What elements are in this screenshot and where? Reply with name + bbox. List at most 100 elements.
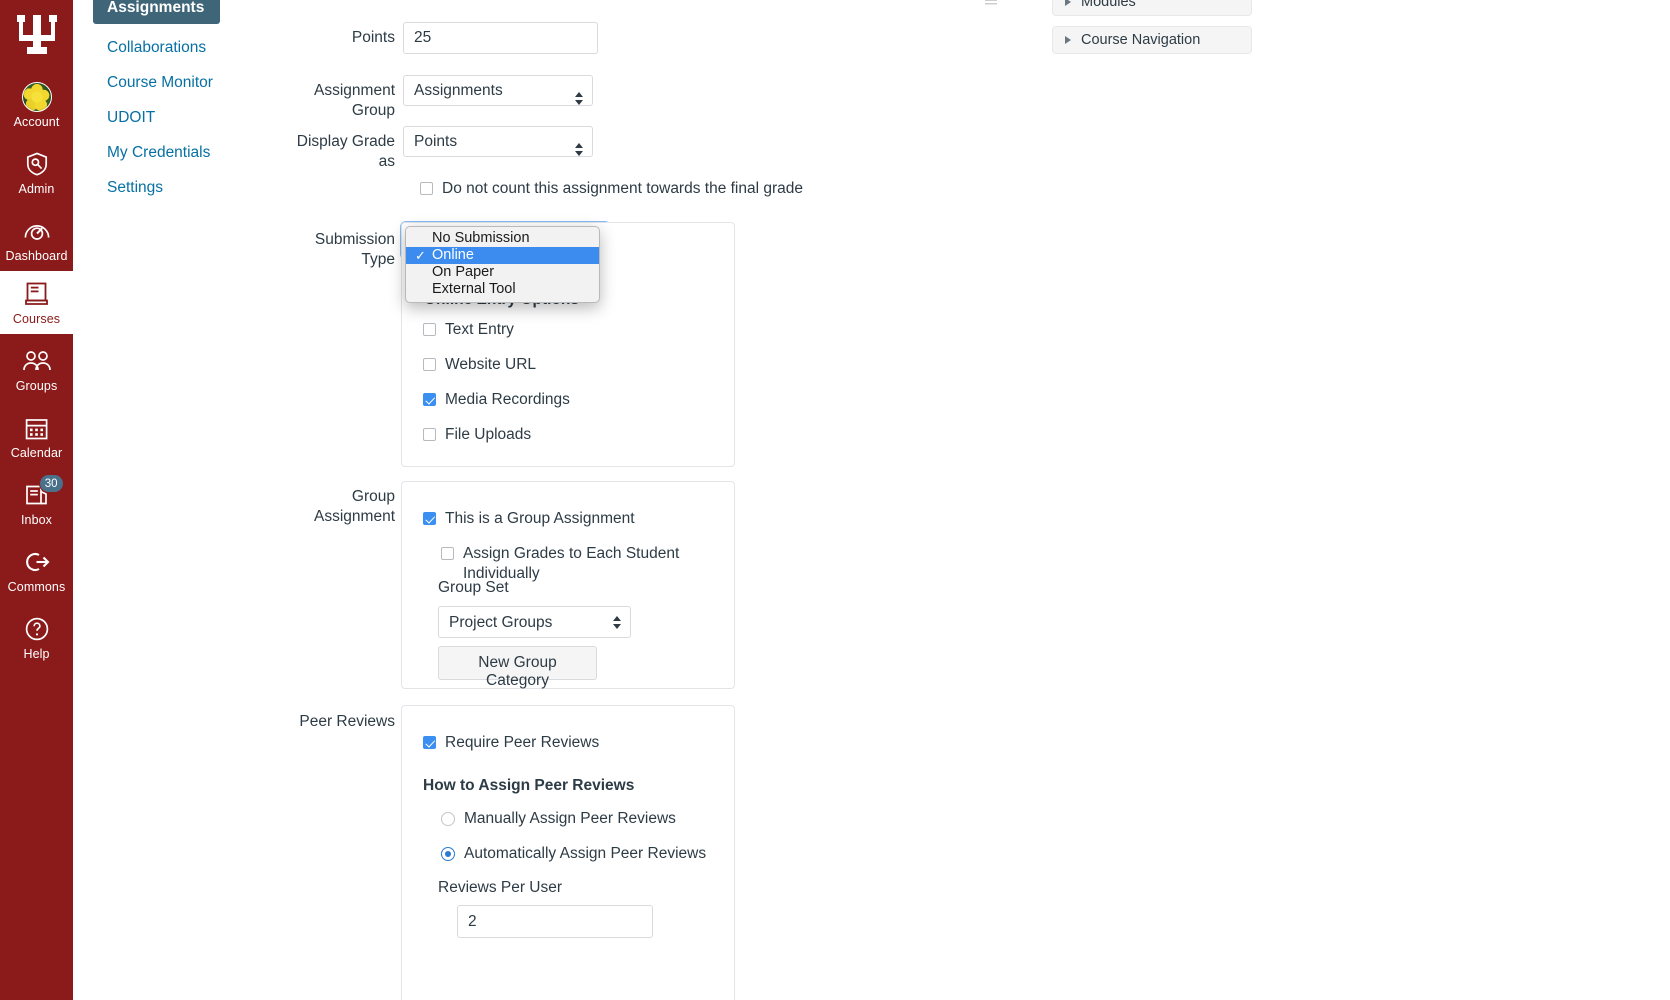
text-entry-checkbox[interactable]	[423, 323, 436, 336]
submission-option-external-tool[interactable]: External Tool	[406, 281, 599, 298]
assignment-form: Points Assignment Group Assignments Disp…	[297, 0, 1063, 1000]
check-icon: ✓	[415, 248, 426, 263]
book-icon	[22, 279, 52, 309]
manually-assign-radio[interactable]	[441, 812, 455, 826]
global-nav-label-groups: Groups	[15, 379, 58, 393]
global-nav-item-admin[interactable]: Admin	[0, 141, 73, 204]
shield-icon	[22, 149, 52, 179]
dashboard-icon	[22, 216, 52, 246]
assign-grades-individually-checkbox[interactable]	[441, 547, 454, 560]
submission-type-label: Submission Type	[314, 231, 395, 268]
global-nav-item-account[interactable]: Account	[0, 74, 73, 137]
commons-icon	[22, 547, 52, 577]
global-nav-item-inbox[interactable]: 30 Inbox	[0, 472, 73, 535]
right-sidebar: Modules Course Navigation	[1052, 0, 1252, 64]
new-group-category-button[interactable]: New Group Category	[438, 646, 597, 689]
media-recordings-label: Media Recordings	[445, 391, 570, 408]
do-not-count-row: Do not count this assignment towards the…	[420, 179, 803, 199]
course-nav-item-assignments[interactable]: Assignments	[93, 0, 220, 24]
group-assignment-fieldset: This is a Group Assignment Assign Grades…	[401, 481, 735, 689]
online-entry-option-row: File Uploads	[423, 425, 531, 445]
groups-icon	[22, 346, 52, 376]
global-nav-label-admin: Admin	[18, 182, 55, 196]
peer-reviews-label: Peer Reviews	[299, 713, 395, 730]
group-assignment-label: Group Assignment	[314, 488, 395, 525]
global-nav-item-help[interactable]: Help	[0, 606, 73, 669]
display-grade-as-row: Display Grade as Points	[293, 126, 933, 172]
is-group-assignment-checkbox[interactable]	[423, 512, 436, 525]
points-row: Points	[303, 22, 903, 54]
submission-type-dropdown-popup[interactable]: No Submission ✓ Online On Paper External…	[405, 226, 600, 303]
group-set-select[interactable]: Project Groups	[438, 606, 631, 638]
website-url-checkbox[interactable]	[423, 358, 436, 371]
do-not-count-checkbox[interactable]	[420, 182, 433, 195]
media-recordings-checkbox[interactable]	[423, 393, 436, 406]
course-navigation: Assignments Collaborations Course Monito…	[73, 0, 303, 1000]
course-nav-item-collaborations[interactable]: Collaborations	[93, 32, 291, 64]
drag-handle-icon[interactable]	[985, 0, 997, 5]
global-navigation: Account Admin Dashboard Courses Groups C…	[0, 0, 73, 1000]
chevron-right-icon	[1065, 0, 1071, 6]
display-grade-as-label: Display Grade as	[296, 133, 395, 170]
submission-option-on-paper[interactable]: On Paper	[406, 264, 599, 281]
global-nav-label-commons: Commons	[7, 580, 66, 594]
rail-panel-modules[interactable]: Modules	[1052, 0, 1252, 16]
do-not-count-label: Do not count this assignment towards the…	[442, 180, 804, 197]
is-group-assignment-label: This is a Group Assignment	[445, 510, 635, 527]
reviews-per-user-input[interactable]	[457, 905, 653, 938]
global-nav-label-courses: Courses	[12, 312, 61, 326]
group-set-label: Group Set	[438, 579, 509, 596]
global-nav-label-dashboard: Dashboard	[5, 249, 68, 263]
submission-option-label: Online	[432, 247, 474, 263]
calendar-icon	[22, 413, 52, 443]
how-to-assign-peer-reviews-title: How to Assign Peer Reviews	[423, 777, 635, 794]
global-nav-item-dashboard[interactable]: Dashboard	[0, 208, 73, 271]
chevron-right-icon	[1065, 36, 1071, 44]
online-entry-option-row: Text Entry	[423, 320, 514, 340]
reviews-per-user-label: Reviews Per User	[438, 879, 563, 896]
global-nav-label-help: Help	[23, 647, 50, 661]
automatically-assign-radio[interactable]	[441, 847, 455, 861]
course-nav-item-udoit[interactable]: UDOIT	[93, 102, 291, 134]
course-nav-item-course-monitor[interactable]: Course Monitor	[93, 67, 291, 99]
website-url-label: Website URL	[445, 356, 537, 373]
automatically-assign-label: Automatically Assign Peer Reviews	[464, 845, 707, 862]
submission-option-label: No Submission	[432, 230, 530, 246]
file-uploads-label: File Uploads	[445, 426, 532, 443]
iu-logo[interactable]	[0, 0, 73, 68]
points-label: Points	[351, 29, 395, 46]
assignment-group-select[interactable]: Assignments	[403, 75, 593, 106]
require-peer-reviews-checkbox[interactable]	[423, 736, 436, 749]
course-nav-item-my-credentials[interactable]: My Credentials	[93, 137, 291, 169]
rail-panel-course-navigation-label: Course Navigation	[1081, 32, 1201, 48]
peer-review-radio-row: Automatically Assign Peer Reviews	[441, 844, 706, 864]
global-nav-item-groups[interactable]: Groups	[0, 338, 73, 401]
inbox-icon: 30	[22, 474, 64, 510]
global-nav-item-commons[interactable]: Commons	[0, 539, 73, 602]
is-group-assignment-row: This is a Group Assignment	[423, 509, 635, 529]
peer-reviews-fieldset: Require Peer Reviews How to Assign Peer …	[401, 705, 735, 1000]
peer-review-radio-row: Manually Assign Peer Reviews	[441, 809, 676, 829]
submission-option-online[interactable]: ✓ Online	[406, 247, 599, 264]
file-uploads-checkbox[interactable]	[423, 428, 436, 441]
canvas-assignment-edit-page: Account Admin Dashboard Courses Groups C…	[0, 0, 1670, 1000]
help-icon	[22, 614, 52, 644]
points-input[interactable]	[403, 22, 598, 54]
submission-option-label: On Paper	[432, 264, 495, 280]
global-nav-item-calendar[interactable]: Calendar	[0, 405, 73, 468]
submission-option-label: External Tool	[432, 281, 516, 297]
global-nav-item-courses[interactable]: Courses	[0, 271, 73, 334]
global-nav-label-calendar: Calendar	[10, 446, 63, 460]
rail-panel-course-navigation[interactable]: Course Navigation	[1052, 26, 1252, 54]
course-nav-item-settings[interactable]: Settings	[93, 172, 291, 204]
online-entry-option-row: Media Recordings	[423, 390, 570, 410]
rail-panel-modules-label: Modules	[1081, 0, 1136, 10]
submission-option-no-submission[interactable]: No Submission	[406, 230, 599, 247]
assignment-group-row: Assignment Group Assignments	[283, 75, 923, 121]
assignment-group-label: Assignment Group	[314, 82, 395, 119]
require-peer-reviews-label: Require Peer Reviews	[445, 734, 600, 751]
display-grade-as-select[interactable]: Points	[403, 126, 593, 157]
global-nav-label-inbox: Inbox	[20, 513, 53, 527]
require-peer-reviews-row: Require Peer Reviews	[423, 733, 599, 753]
text-entry-label: Text Entry	[445, 321, 514, 338]
